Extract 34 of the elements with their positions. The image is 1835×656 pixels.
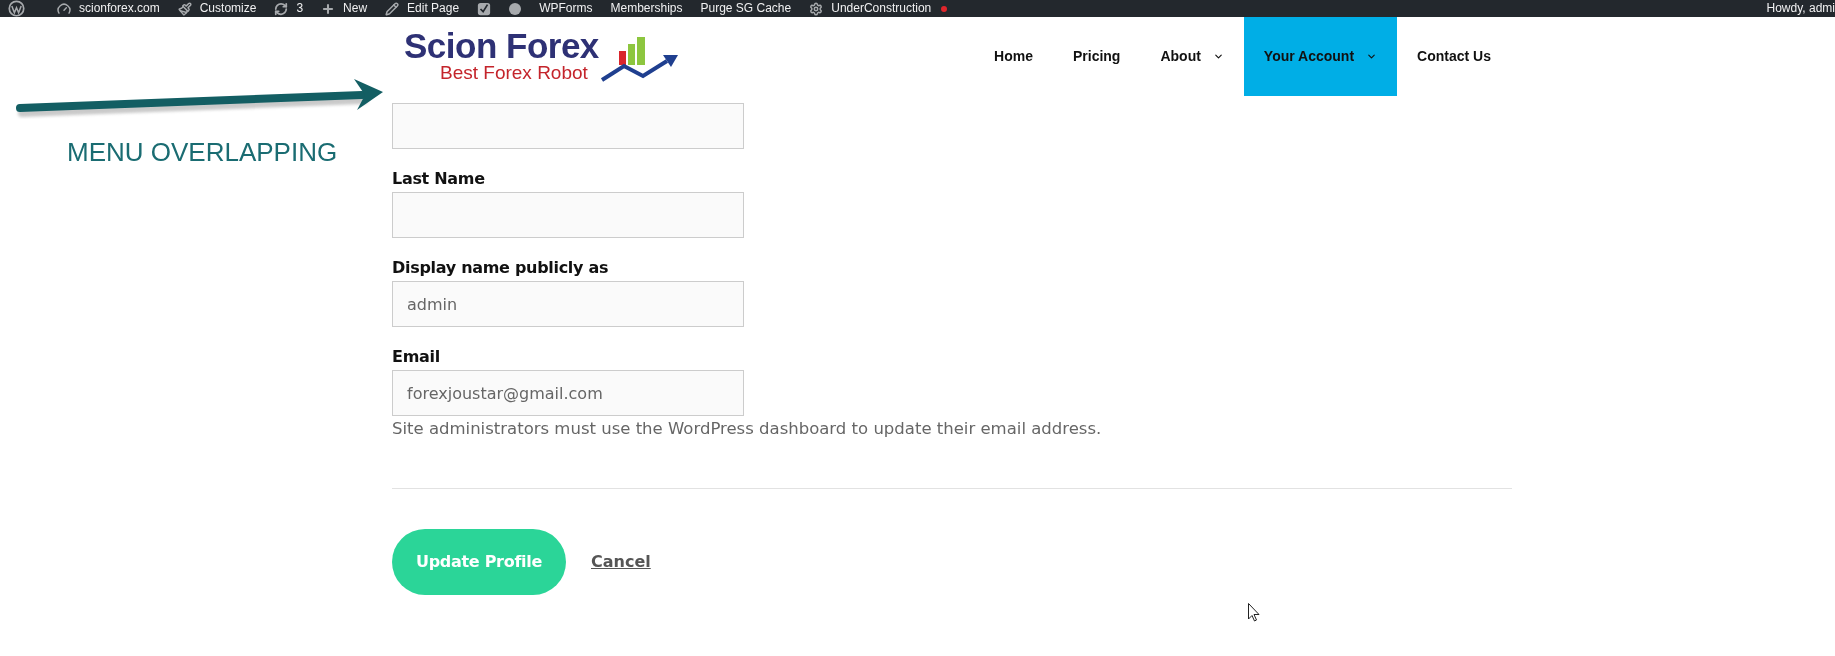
settings-icon [809, 1, 824, 16]
alert-dot-icon [941, 5, 948, 12]
plus-icon [321, 1, 336, 16]
logo-tagline: Best Forex Robot [440, 63, 588, 83]
help-text: Site administrators must use the WordPress dashboard to update their email address. [392, 418, 1102, 440]
text-field[interactable] [392, 192, 744, 238]
field-label: Last Name [392, 168, 485, 190]
gauge-icon [57, 1, 71, 16]
check-square-icon[interactable] [477, 1, 492, 16]
logo-icon[interactable] [8, 0, 25, 17]
status-dot-icon[interactable] [509, 2, 522, 15]
text-field[interactable]: forexjoustar@gmail.com [392, 370, 744, 416]
refresh-icon [274, 1, 289, 16]
admin-bar-link[interactable]: Customize [177, 0, 257, 17]
admin-bar-link[interactable]: Purge SG Cache [700, 0, 792, 17]
field-label: Display name publicly as [392, 257, 609, 279]
text-field[interactable]: admin [392, 281, 744, 327]
text-field[interactable] [392, 103, 744, 149]
brush-icon [177, 1, 192, 16]
logo-title[interactable]: Scion Forex [404, 29, 599, 63]
admin-bar-link[interactable]: Edit Page [385, 0, 460, 17]
admin-bar-link[interactable]: scionforex.com [57, 0, 160, 17]
admin-bar-link[interactable]: 3 [274, 0, 304, 17]
admin-bar-link[interactable]: Memberships [610, 0, 683, 17]
field-label: Email [392, 346, 440, 368]
admin-bar-link[interactable]: UnderConstruction [809, 0, 948, 17]
cursor-icon [1248, 603, 1260, 622]
annotation-text: MENU OVERLAPPING [67, 136, 338, 168]
admin-bar-link[interactable]: WPForms [539, 0, 593, 17]
cancel-link[interactable]: Cancel [591, 550, 651, 574]
greeting-text[interactable]: Howdy, admi [1766, 0, 1835, 17]
nav-link[interactable]: Your Account [1243, 17, 1398, 96]
pencil-icon [385, 1, 400, 16]
admin-bar-link[interactable]: New [321, 0, 368, 17]
